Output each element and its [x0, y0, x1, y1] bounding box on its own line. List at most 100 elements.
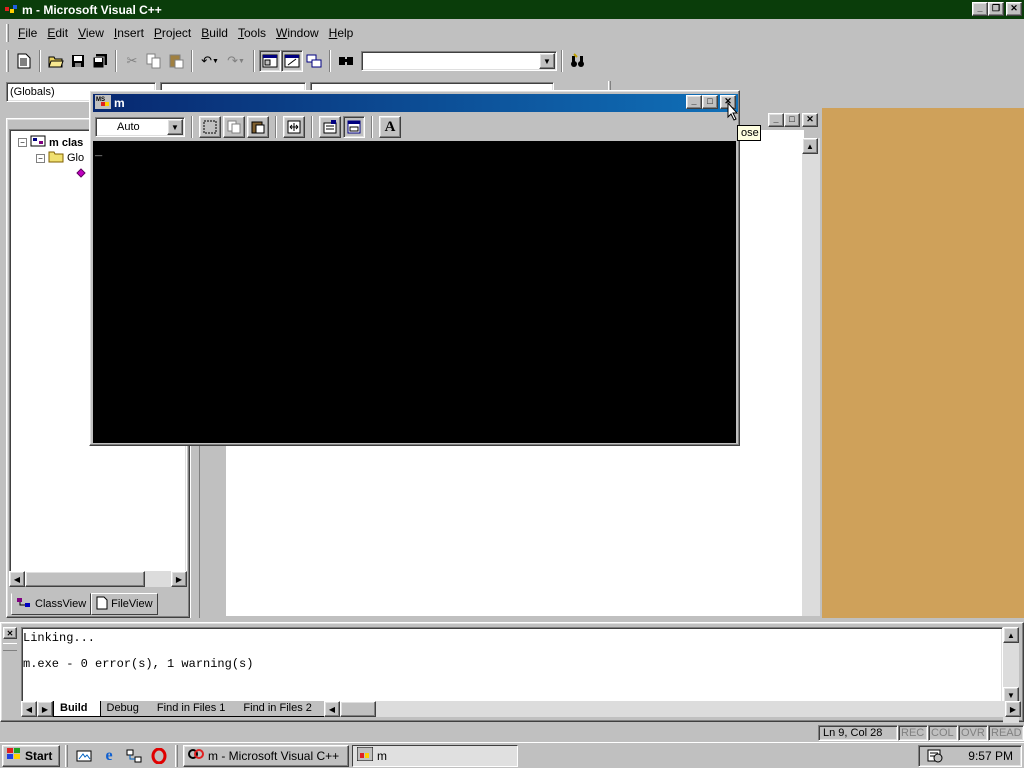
menu-insert[interactable]: Insert [109, 26, 149, 40]
menu-file[interactable]: File [13, 26, 42, 40]
tree-function-row[interactable] [76, 168, 86, 181]
start-label: Start [25, 748, 53, 763]
menu-project[interactable]: Project [149, 26, 196, 40]
save-all-icon[interactable] [89, 50, 111, 72]
main-title-bar[interactable]: m - Microsoft Visual C++ _ ❐ ✕ [0, 0, 1024, 19]
hscroll-right-icon[interactable]: ▶ [1005, 701, 1021, 717]
output-toggle-icon[interactable] [281, 50, 303, 72]
menu-window[interactable]: Window [271, 26, 324, 40]
ms-dos-icon: MS [95, 94, 111, 112]
tab-build[interactable]: Build [53, 701, 101, 717]
collapse-toggle-icon[interactable]: − [18, 138, 27, 147]
window-list-icon[interactable] [303, 50, 325, 72]
tree-horizontal-scrollbar[interactable]: ◀ ▶ [9, 571, 187, 587]
tree-root-row[interactable]: − m clas [18, 134, 83, 151]
collapse-toggle-icon[interactable]: − [36, 153, 45, 163]
menu-view[interactable]: View [73, 26, 109, 40]
editor-close-button[interactable]: ✕ [802, 113, 818, 127]
scheduler-icon[interactable] [927, 747, 943, 766]
output-close-button[interactable]: ✕ [3, 627, 17, 639]
console-title-bar[interactable]: MS m _ □ ✕ [93, 94, 738, 112]
build-output[interactable]: Linking... m.exe - 0 error(s), 1 warning(… [21, 627, 1003, 707]
start-button[interactable]: Start [2, 744, 60, 767]
background-icon[interactable] [343, 116, 365, 138]
minimize-button[interactable]: _ [972, 2, 988, 16]
scroll-left-icon[interactable]: ◀ [9, 571, 25, 587]
hscroll-track[interactable] [375, 701, 1005, 717]
system-tray: 9:57 PM [918, 745, 1022, 767]
hscroll-left-icon[interactable]: ◀ [323, 701, 340, 717]
tab-find-in-files-1[interactable]: Find in Files 1 [150, 701, 238, 717]
find-binoculars-icon[interactable] [567, 50, 589, 72]
copy-icon[interactable] [143, 50, 165, 72]
console-cursor: _ [95, 145, 103, 159]
paste-icon[interactable] [247, 116, 269, 138]
menu-build[interactable]: Build [196, 26, 233, 40]
find-combo[interactable]: ▼ [361, 51, 557, 71]
show-desktop-icon[interactable] [73, 745, 95, 767]
tab-find-in-files-2[interactable]: Find in Files 2 [237, 701, 324, 717]
tab-scroll-left-icon[interactable]: ◀ [21, 701, 37, 717]
console-minimize-button[interactable]: _ [686, 95, 702, 109]
workspace-toggle-icon[interactable] [259, 50, 281, 72]
mark-icon[interactable] [199, 116, 221, 138]
menu-help[interactable]: Help [324, 26, 359, 40]
toolbar-separator [329, 50, 331, 72]
toolbar-separator [253, 50, 255, 72]
scroll-right-icon[interactable]: ▶ [171, 571, 187, 587]
tab-scroll-right-icon[interactable]: ▶ [37, 701, 53, 717]
restore-button[interactable]: ❐ [988, 2, 1004, 16]
clock[interactable]: 9:57 PM [968, 749, 1013, 763]
chevron-down-icon[interactable]: ▼ [539, 53, 555, 69]
taskbar: Start e m - Microsoft Visual C++ m 9:57 … [0, 742, 1024, 768]
output-line: Linking... [23, 631, 96, 645]
col-indicator: COL [928, 725, 958, 741]
save-icon[interactable] [67, 50, 89, 72]
full-screen-icon[interactable] [283, 116, 305, 138]
tab-classview[interactable]: ClassView [11, 593, 92, 615]
opera-icon[interactable] [148, 745, 170, 767]
taskbar-button-visual-cpp[interactable]: m - Microsoft Visual C++ [183, 744, 349, 767]
copy-icon[interactable] [223, 116, 245, 138]
font-size-value: Auto [117, 121, 140, 133]
editor-maximize-button[interactable]: □ [784, 113, 800, 127]
font-icon[interactable]: A [379, 116, 401, 138]
editor-vertical-scrollbar[interactable]: ▲ [802, 138, 820, 616]
menu-tools[interactable]: Tools [233, 26, 271, 40]
new-text-file-icon[interactable] [13, 50, 35, 72]
output-tabs: ◀ ▶ Build Debug Find in Files 1 Find in … [21, 701, 1021, 717]
font-size-select[interactable]: Auto ▼ [95, 117, 185, 137]
paste-icon[interactable] [165, 50, 187, 72]
chevron-down-icon[interactable]: ▼ [167, 119, 183, 135]
taskbar-button-console[interactable]: m [352, 744, 518, 767]
cut-icon[interactable]: ✂ [121, 50, 143, 72]
scroll-up-icon[interactable]: ▲ [1003, 627, 1019, 643]
menu-edit[interactable]: Edit [42, 26, 73, 40]
output-grip[interactable] [3, 643, 17, 651]
scroll-up-icon[interactable]: ▲ [802, 138, 818, 154]
redo-icon[interactable]: ↷ ▼ [223, 50, 249, 72]
network-icon[interactable] [123, 745, 145, 767]
console-screen[interactable]: _ [93, 141, 736, 443]
properties-icon[interactable] [319, 116, 341, 138]
standard-toolbar: ✂ ↶ ▼ ↷ ▼ ▼ [0, 46, 610, 76]
console-maximize-button[interactable]: □ [702, 95, 718, 109]
close-button[interactable]: ✕ [1006, 2, 1022, 16]
console-window: MS m _ □ ✕ Auto ▼ A _ [89, 90, 740, 446]
scroll-thumb[interactable] [25, 571, 145, 587]
menu-bar-grip[interactable] [6, 24, 9, 42]
tab-debug[interactable]: Debug [100, 701, 151, 717]
folder-icon [48, 150, 64, 166]
find-in-files-icon[interactable] [335, 50, 357, 72]
toolbar-grip[interactable] [6, 50, 9, 72]
open-folder-icon[interactable] [45, 50, 67, 72]
toolbar-separator [275, 116, 277, 138]
undo-icon[interactable]: ↶ ▼ [197, 50, 223, 72]
tree-globals-row[interactable]: − Glo [36, 150, 84, 166]
editor-minimize-button[interactable]: _ [768, 113, 784, 127]
read-indicator: READ [988, 725, 1024, 741]
tab-fileview[interactable]: FileView [91, 593, 158, 615]
internet-explorer-icon[interactable]: e [98, 745, 120, 767]
globals-combo-value: (Globals) [10, 86, 55, 98]
hscroll-thumb[interactable] [339, 701, 376, 717]
